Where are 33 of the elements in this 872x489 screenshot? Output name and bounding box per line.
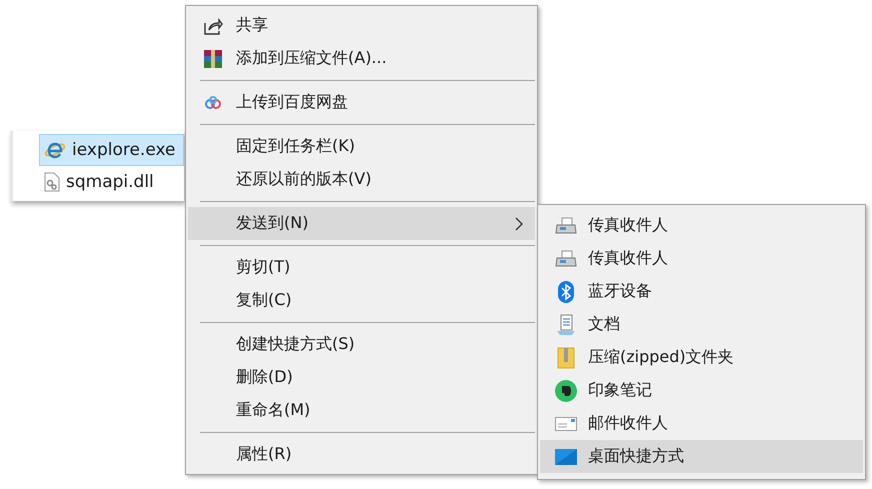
menu-item[interactable]: 发送到(N) [188, 207, 535, 240]
document-icon [556, 314, 576, 336]
menu-item[interactable]: 还原以前的版本(V) [188, 163, 535, 196]
menu-item[interactable]: 传真收件人 [540, 209, 863, 242]
menu-item[interactable]: 压缩(zipped)文件夹 [540, 341, 863, 374]
menu-item[interactable]: 复制(C) [188, 284, 535, 317]
menu-item[interactable]: 文档 [540, 308, 863, 341]
menu-item[interactable]: 剪切(T) [188, 251, 535, 284]
menu-item[interactable]: 重命名(M) [188, 394, 535, 427]
cloud-icon [204, 96, 222, 110]
menu-item[interactable]: 属性(R) [188, 438, 535, 471]
file-item[interactable]: sqmapi.dll [39, 166, 184, 198]
menu-item[interactable]: 删除(D) [188, 361, 535, 394]
fax-icon [555, 250, 577, 268]
menu-item[interactable]: 传真收件人 [540, 242, 863, 275]
menu-item[interactable]: 共享 [188, 9, 535, 42]
menu-item[interactable]: 固定到任务栏(K) [188, 130, 535, 163]
menu-item[interactable]: 添加到压缩文件(A)... [188, 42, 535, 75]
e-logo-icon [44, 140, 66, 160]
fax-icon [555, 216, 577, 234]
share-icon [203, 16, 223, 34]
menu-item[interactable]: 桌面快捷方式 [540, 440, 863, 473]
envelope-icon [555, 416, 577, 430]
bluetooth-icon [558, 280, 574, 302]
menu-item[interactable]: 蓝牙设备 [540, 275, 863, 308]
menu-item[interactable]: 上传到百度网盘 [188, 86, 535, 119]
gear-file-icon [44, 172, 60, 192]
zip-folder-icon [557, 346, 575, 368]
file-item[interactable]: iexplore.exe [39, 134, 184, 166]
menu-item[interactable]: 印象笔记 [540, 374, 863, 407]
menu-item[interactable]: 邮件收件人 [540, 407, 863, 440]
desktop-icon [555, 448, 577, 464]
menu-item[interactable]: 创建快捷方式(S) [188, 328, 535, 361]
